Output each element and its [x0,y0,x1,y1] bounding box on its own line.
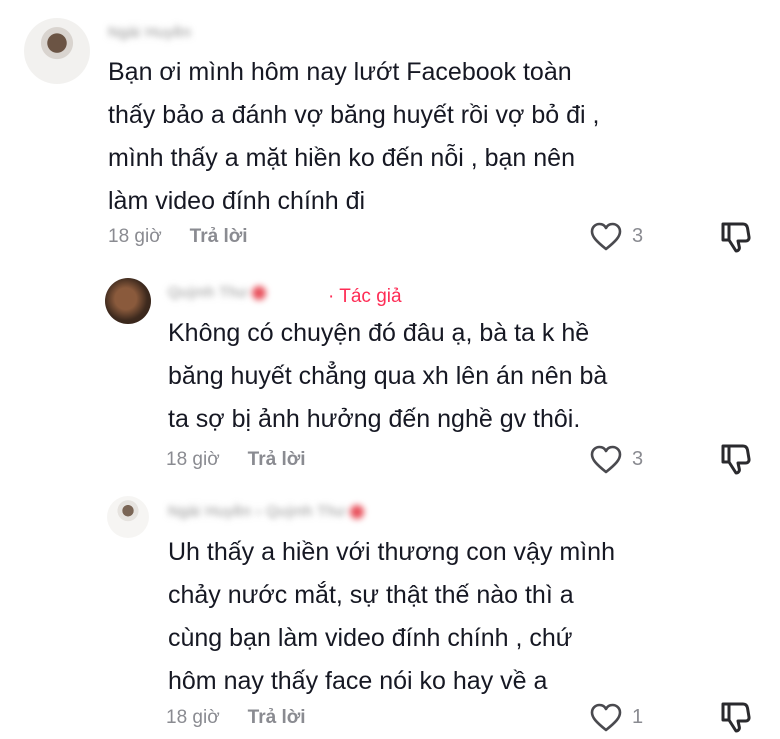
comment-meta: 18 giờ Trả lời [166,449,306,471]
comment-line: thấy bảo a đánh vợ băng huyết rồi vợ bỏ … [108,101,600,129]
badge-icon [350,505,365,520]
avatar[interactable] [24,18,90,84]
comment-line: Bạn ơi mình hôm nay lướt Facebook toàn [108,58,572,86]
username-text: Ngài Huyền › Quỳnh Thư [168,503,347,520]
like-count: 3 [632,448,644,470]
timestamp: 18 giờ [166,707,220,728]
avatar[interactable] [105,278,151,324]
thumbs-down-icon [721,444,751,475]
avatar[interactable] [107,496,149,538]
comment-meta: 18 giờ Trả lời [166,707,306,729]
thumbs-down-icon [721,222,751,253]
comment-line: chảy nước mắt, sự thật thế nào thì a [168,581,574,609]
comment-line: băng huyết chẳng qua xh lên án nên bà [168,362,608,390]
username[interactable]: Ngài Huyền [108,24,191,41]
thumbs-down-icon [721,702,751,733]
username-text: Quỳnh Thư [168,284,249,301]
dislike-button[interactable] [718,700,752,739]
comment-line: làm video đính chính đi [108,187,366,215]
comment-line: mình thấy a mặt hiền ko đến nỗi , bạn nê… [108,144,575,172]
like-button[interactable]: 1 [590,703,643,732]
heart-outline-icon [590,445,622,474]
comment-line: Uh thấy a hiền với thương con vậy mình [168,538,615,566]
comment-text: Không có chuyện đó đâu ạ, bà ta k hề băn… [168,312,607,441]
timestamp: 18 giờ [166,449,220,470]
username[interactable]: Quỳnh Thư [168,284,267,301]
badge-icon [252,286,267,301]
like-count: 3 [632,225,644,247]
comment-meta: 18 giờ Trả lời [108,226,248,248]
comment-text: Uh thấy a hiền với thương con vậy mình c… [168,531,615,703]
comment-line: cùng bạn làm video đính chính , chứ [168,624,573,652]
reply-button[interactable]: Trả lời [248,707,306,729]
username[interactable]: Ngài Huyền › Quỳnh Thư [168,503,365,520]
heart-outline-icon [590,222,622,251]
author-tag: · Tác giả [328,286,402,307]
comment-text: Bạn ơi mình hôm nay lướt Facebook toàn t… [108,51,599,223]
comment-line: hôm nay thấy face nói ko hay về a [168,667,548,695]
like-button[interactable]: 3 [590,222,643,251]
dislike-button[interactable] [718,442,752,481]
timestamp: 18 giờ [108,226,162,247]
dislike-button[interactable] [718,220,752,259]
reply-button[interactable]: Trả lời [190,226,248,248]
like-button[interactable]: 3 [590,445,643,474]
comment-line: ta sợ bị ảnh hưởng đến nghề gv thôi. [168,405,581,433]
heart-outline-icon [590,703,622,732]
comment-line: Không có chuyện đó đâu ạ, bà ta k hề [168,319,590,347]
reply-button[interactable]: Trả lời [248,449,306,471]
like-count: 1 [632,706,644,728]
